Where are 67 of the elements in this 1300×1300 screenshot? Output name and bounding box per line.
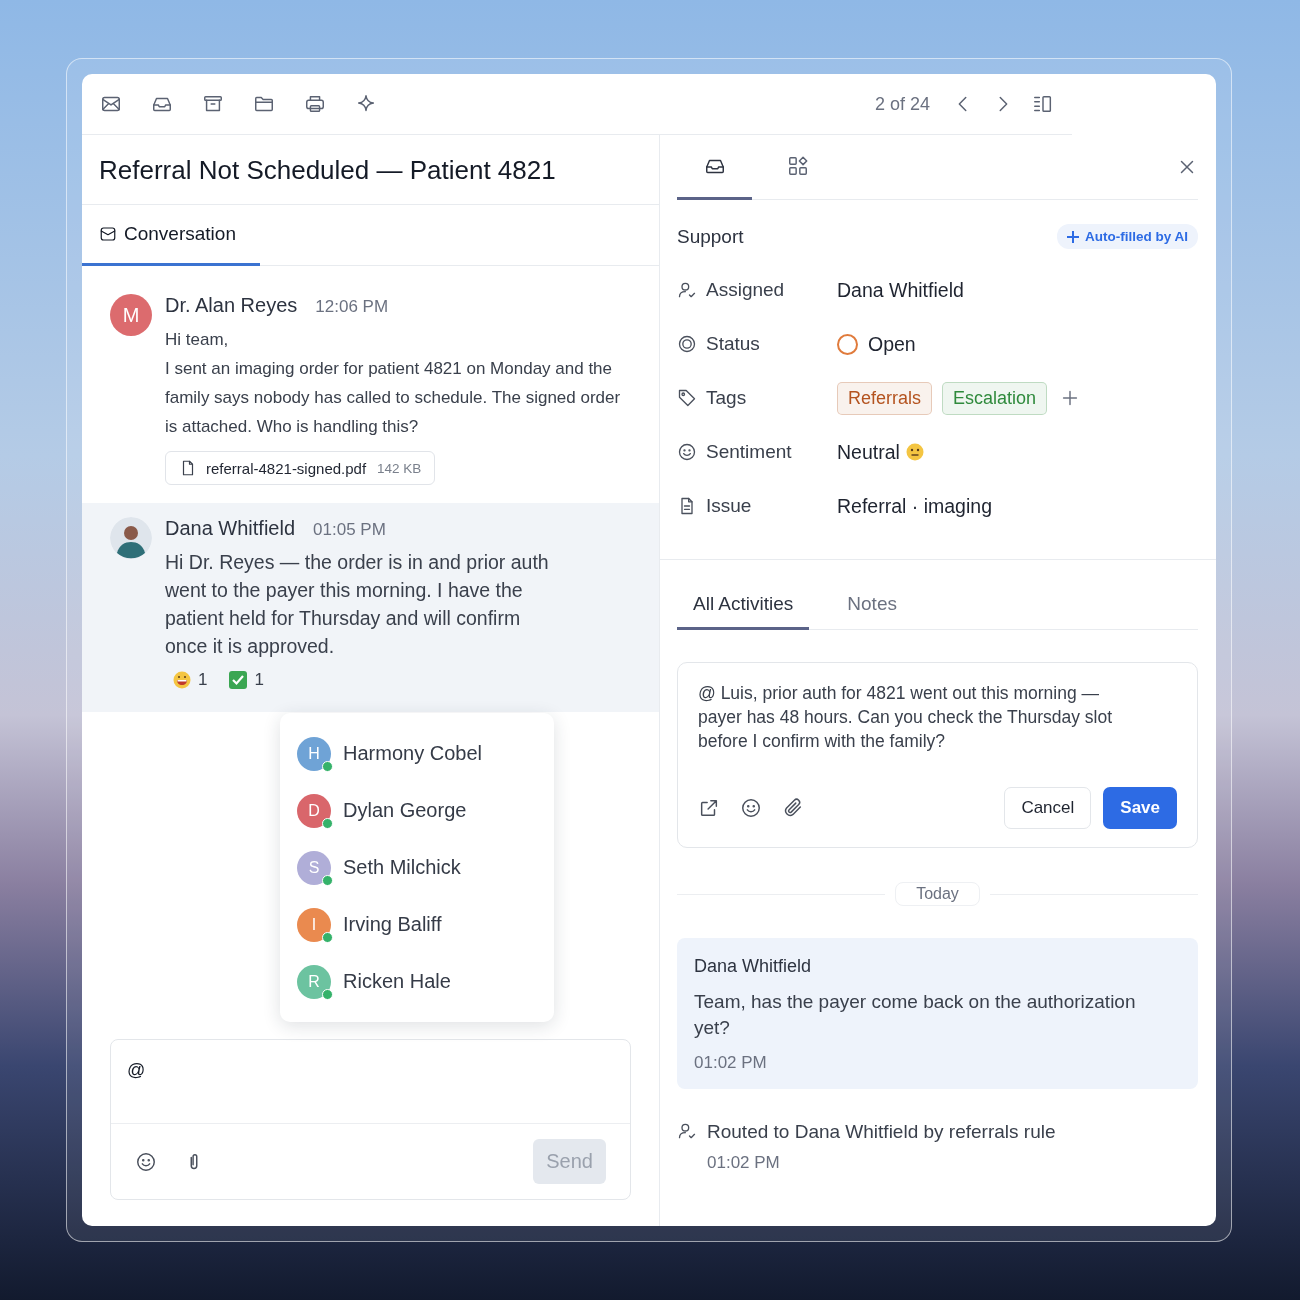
tag[interactable]: Referrals — [837, 381, 933, 415]
cancel-button[interactable]: Cancel — [1004, 787, 1092, 829]
reaction-chip[interactable]: 1 — [229, 670, 264, 690]
tag-icon — [677, 388, 697, 408]
message-text: I sent an imaging order for patient 4821 on Monday and the family says nobody has called to schedule. The signed order is attached. Who is handling this? — [165, 358, 622, 438]
mention-option[interactable]: D Dylan George — [280, 782, 554, 839]
comment-author: Dana Whitfield — [694, 956, 813, 977]
panel-toggle-icon[interactable] — [1032, 93, 1054, 115]
message-time: 01:05 PM — [313, 520, 386, 540]
external-link-icon[interactable] — [698, 797, 720, 819]
reply-composer[interactable]: @ Send — [110, 1039, 631, 1200]
tag[interactable]: Escalation — [942, 381, 1048, 415]
message-icon — [99, 225, 117, 243]
note-text[interactable]: @ Luis, prior auth for 4821 went out this morning — payer has 48 hours. Can you check the Thursday slot before I confirm with the family? — [698, 681, 1134, 753]
avatar-silhouette — [110, 517, 152, 559]
field-label: Assigned — [706, 279, 786, 301]
check-box-icon — [229, 671, 248, 689]
field-value: Open — [868, 332, 916, 356]
field-value: Neutral — [837, 440, 900, 464]
mention-option[interactable]: R Ricken Hale — [280, 953, 554, 1010]
activity-tab[interactable]: Notes — [831, 584, 913, 630]
widgets-icon — [786, 155, 809, 177]
neutral-face-icon — [905, 443, 924, 461]
message-text: Hi team, — [165, 329, 230, 351]
message-time: 12:06 PM — [315, 297, 389, 317]
event-text: Routed to Dana Whitfield by referrals rule — [707, 1121, 1056, 1143]
paperclip-icon[interactable] — [782, 797, 804, 819]
comment-text: Team, has the payer come back on the authorization yet? — [694, 990, 1137, 1040]
status-icon — [677, 334, 697, 354]
event-time: 01:02 PM — [707, 1153, 781, 1173]
activity-tab[interactable]: All Activities — [677, 584, 810, 630]
avatar: H — [297, 736, 331, 771]
ticket-title: Referral Not Scheduled — Patient 4821 — [82, 135, 659, 205]
field-label: Issue — [706, 495, 753, 517]
attachment-chip[interactable]: referral-4821-signed.pdf 142 KB — [165, 451, 436, 485]
emoji-icon[interactable] — [135, 1150, 157, 1173]
avatar: I — [297, 907, 331, 942]
avatar: M — [110, 294, 152, 336]
page-counter: 2 of 24 — [874, 93, 930, 115]
avatar: R — [297, 964, 331, 999]
reply-input[interactable]: @ — [127, 1060, 614, 1081]
smiley-icon — [677, 442, 697, 462]
avatar: D — [297, 793, 331, 828]
field-label: Status — [706, 333, 761, 355]
print-icon[interactable] — [304, 93, 326, 115]
grinning-face-icon — [173, 671, 191, 689]
field-value: Dana Whitfield — [837, 278, 964, 302]
day-divider: Today — [895, 882, 980, 906]
section-title: Support — [677, 225, 744, 248]
avatar: S — [297, 850, 331, 885]
mention-option[interactable]: S Seth Milchick — [280, 839, 554, 896]
comment-time: 01:02 PM — [694, 1053, 768, 1073]
conversation-tab[interactable]: Conversation — [82, 205, 260, 266]
assignee-icon — [677, 1121, 697, 1141]
emoji-icon[interactable] — [740, 797, 762, 819]
field-value: Referral · imaging — [837, 494, 992, 518]
reaction-chip[interactable]: 1 — [173, 670, 208, 690]
field-label: Sentiment — [706, 441, 793, 463]
mention-option[interactable]: H Harmony Cobel — [280, 725, 554, 782]
save-button[interactable]: Save — [1103, 787, 1177, 829]
message-text: Hi Dr. Reyes — the order is in and prior auth went to the payer this morning. I have the patient held for Thursday and will confirm once it is approved. — [165, 550, 550, 659]
field-label: Tags — [706, 387, 748, 409]
assignee-icon — [677, 280, 697, 300]
author-name: Dana Whitfield — [165, 517, 296, 540]
author-name: Dr. Alan Reyes — [165, 294, 298, 317]
ai-badge: Auto-filled by AI — [1057, 224, 1198, 249]
mention-option[interactable]: I Irving Baliff — [280, 896, 554, 953]
